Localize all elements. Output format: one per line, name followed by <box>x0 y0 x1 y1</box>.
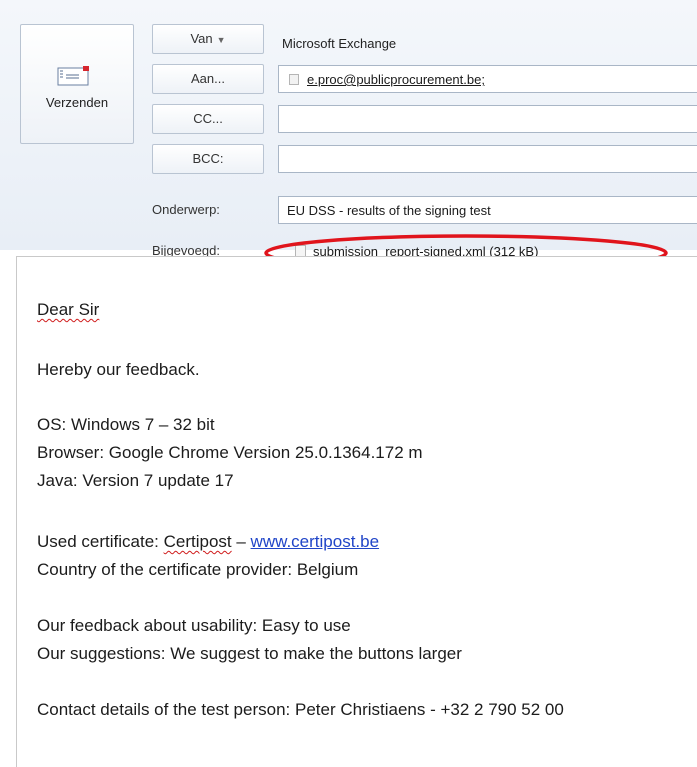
browser-line: Browser: Google Chrome Version 25.0.1364… <box>37 443 423 462</box>
chevron-down-icon: ▼ <box>216 35 226 45</box>
cert-name: Certipost <box>163 532 232 551</box>
bcc-field[interactable] <box>278 145 697 173</box>
send-mail-icon <box>57 66 89 86</box>
greeting-line: Dear Sir <box>37 300 99 320</box>
send-button[interactable]: Verzenden <box>20 24 134 144</box>
usability-line: Our feedback about usability: Easy to us… <box>37 616 351 635</box>
subject-value: EU DSS - results of the signing test <box>287 203 491 218</box>
os-line: OS: Windows 7 – 32 bit <box>37 415 215 434</box>
to-button-label: Aan... <box>191 71 225 86</box>
certipost-link[interactable]: www.certipost.be <box>251 532 380 551</box>
java-line: Java: Version 7 update 17 <box>37 471 234 490</box>
cc-field[interactable] <box>278 105 697 133</box>
greeting-text: Dear Sir <box>37 300 100 319</box>
recipient-icon <box>289 74 299 85</box>
to-recipient[interactable]: e.proc@publicprocurement.be; <box>307 72 485 87</box>
cert-dash: – <box>231 532 251 551</box>
to-button[interactable]: Aan... <box>152 64 264 94</box>
country-line: Country of the certificate provider: Bel… <box>37 560 359 579</box>
bcc-button[interactable]: BCC: <box>152 144 264 174</box>
send-button-label: Verzenden <box>45 95 109 110</box>
from-button[interactable]: Van ▼ <box>152 24 264 54</box>
bcc-button-label: BCC: <box>192 151 224 166</box>
suggestions-line: Our suggestions: We suggest to make the … <box>37 644 462 663</box>
subject-field[interactable]: EU DSS - results of the signing test <box>278 196 697 224</box>
cc-button[interactable]: CC... <box>152 104 264 134</box>
subject-label: Onderwerp: <box>152 202 220 217</box>
intro-line: Hereby our feedback. <box>37 360 200 379</box>
certificate-line: Used certificate: Certipost – www.certip… <box>37 532 379 552</box>
cert-prefix: Used certificate: <box>37 532 164 551</box>
contact-line: Contact details of the test person: Pete… <box>37 700 564 719</box>
from-button-label: Van <box>190 31 213 46</box>
compose-header: Verzenden Van ▼ Microsoft Exchange Aan...… <box>0 0 697 259</box>
message-body[interactable] <box>16 256 697 767</box>
cc-button-label: CC... <box>193 111 223 126</box>
from-value: Microsoft Exchange <box>282 36 397 51</box>
to-field[interactable]: e.proc@publicprocurement.be; <box>278 65 697 93</box>
